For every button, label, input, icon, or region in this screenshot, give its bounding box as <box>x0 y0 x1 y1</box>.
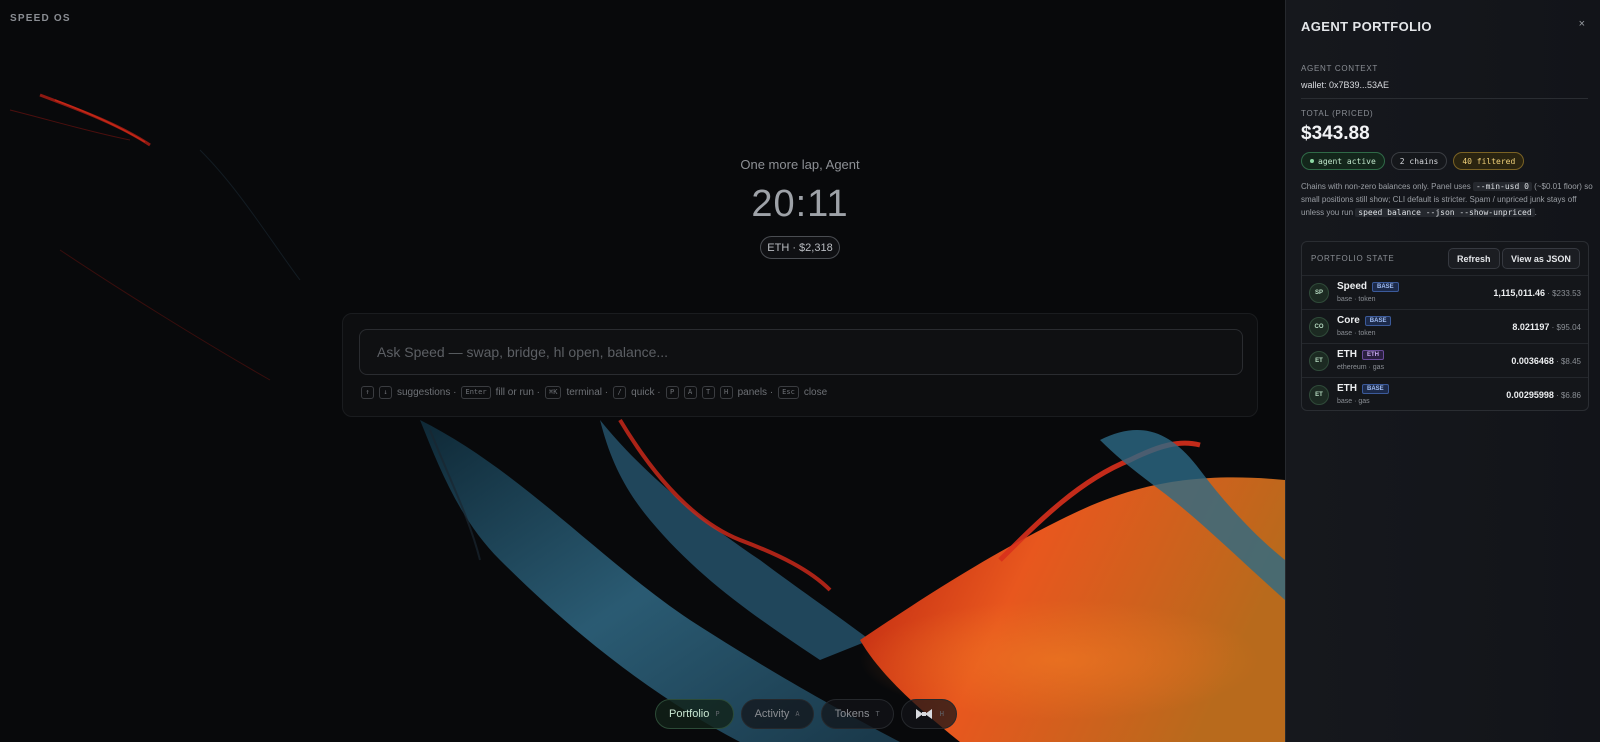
token-subtitle: base · token <box>1337 296 1376 303</box>
hint-text: fill or run · <box>495 387 541 398</box>
chain-tag: BASE <box>1364 315 1392 326</box>
token-subtitle: ethereum · gas <box>1337 364 1385 371</box>
shortcut-key: / <box>613 386 627 399</box>
infinity-logo-icon <box>915 709 932 719</box>
portfolio-state-label: PORTFOLIO STATE <box>1311 254 1395 263</box>
token-name: ETH <box>1337 349 1357 360</box>
token-name-wrap: Core BASE <box>1337 315 1392 326</box>
token-name: Speed <box>1337 281 1368 292</box>
hint-text: suggestions · <box>397 387 457 398</box>
close-icon[interactable]: × <box>1579 18 1585 30</box>
agent-context-label: AGENT CONTEXT <box>1301 64 1378 73</box>
dock-activity-shortcut: A <box>795 710 800 718</box>
holding-row[interactable]: ET ETH BASE base · gas 0.00295998 · $6.86 <box>1302 377 1588 411</box>
filter-note: Chains with non-zero balances only. Pane… <box>1301 180 1593 219</box>
token-usd: · $95.04 <box>1549 323 1581 332</box>
hint-text: quick · <box>631 387 661 398</box>
token-amount-wrap: 0.00295998 · $6.86 <box>1506 390 1581 400</box>
shortcut-key: ↑ <box>361 386 374 399</box>
holding-row[interactable]: CO Core BASE base · token 8.021197 · $95.04 <box>1302 309 1588 343</box>
dock-activity-label: Activity <box>754 708 790 720</box>
token-amount-wrap: 0.0036468 · $8.45 <box>1511 356 1581 366</box>
brand-logo: SPEED OS <box>10 13 71 24</box>
token-usd: · $233.53 <box>1544 289 1581 298</box>
status-dot-icon <box>1310 159 1314 163</box>
bottom-dock: Portfolio P Activity A Tokens T H <box>655 699 957 729</box>
shortcut-key: Esc <box>778 386 799 399</box>
chain-tag: BASE <box>1362 383 1389 394</box>
note-code-show-unpriced: speed balance --json --show-unpriced <box>1355 208 1535 217</box>
filtered-badge[interactable]: 40 filtered <box>1453 152 1525 170</box>
dock-hub-button[interactable]: H <box>900 699 957 729</box>
token-amount: 0.00295998 <box>1506 390 1554 400</box>
hint-text: close <box>803 387 828 398</box>
dock-tokens-button[interactable]: Tokens T <box>820 699 894 729</box>
token-avatar: ET <box>1309 351 1329 371</box>
shortcut-key: Enter <box>461 386 491 399</box>
shortcut-key: ⌘K <box>545 386 562 399</box>
token-amount: 1,115,011.46 <box>1493 288 1545 298</box>
shortcut-key: ↓ <box>379 386 392 399</box>
holdings-list: SP Speed BASE base · token 1,115,011.46 · $2… <box>1302 275 1588 411</box>
total-label: TOTAL (PRICED) <box>1301 109 1374 118</box>
token-amount-wrap: 1,115,011.46 · $233.53 <box>1493 288 1581 298</box>
chain-tag: BASE <box>1372 281 1399 292</box>
token-name-wrap: Speed BASE <box>1337 281 1399 292</box>
dock-portfolio-button[interactable]: Portfolio P <box>655 699 734 729</box>
portfolio-state-card: PORTFOLIO STATE Refresh View as JSON SP S… <box>1301 241 1589 411</box>
shortcut-key: A <box>683 386 697 399</box>
view-json-button[interactable]: View as JSON <box>1502 248 1580 269</box>
token-subtitle: base · token <box>1337 330 1376 337</box>
dock-activity-button[interactable]: Activity A <box>740 699 814 729</box>
token-avatar: ET <box>1309 385 1329 405</box>
token-subtitle: base · gas <box>1337 398 1370 405</box>
note-text-3: . <box>1534 208 1537 217</box>
token-name-wrap: ETH BASE <box>1337 383 1389 394</box>
token-amount-wrap: 8.021197 · $95.04 <box>1512 322 1581 332</box>
chain-tag: ETH <box>1362 349 1384 360</box>
hint-text: terminal · <box>566 387 609 398</box>
command-input[interactable] <box>359 329 1243 375</box>
agent-active-text: agent active <box>1318 156 1376 166</box>
dock-portfolio-label: Portfolio <box>669 708 710 720</box>
token-name: Core <box>1337 315 1360 326</box>
dock-portfolio-shortcut: P <box>715 710 720 718</box>
note-code-min-usd: --min-usd 0 <box>1472 182 1532 191</box>
token-usd: · $6.86 <box>1553 391 1581 400</box>
hint-text: panels · <box>737 387 774 398</box>
note-text-1: Chains with non-zero balances only. Pane… <box>1301 182 1473 191</box>
chains-badge: 2 chains <box>1390 152 1448 170</box>
divider <box>1301 98 1588 99</box>
shortcut-key: T <box>701 386 715 399</box>
command-card: ↑ ↓ suggestions · Enter fill or run · ⌘K termi… <box>342 313 1258 417</box>
token-avatar: CO <box>1309 317 1329 337</box>
keyboard-hints: ↑ ↓ suggestions · Enter fill or run · ⌘K termi… <box>361 386 827 399</box>
shortcut-key: H <box>719 386 733 399</box>
dock-tokens-shortcut: T <box>875 710 880 718</box>
token-avatar: SP <box>1309 283 1329 303</box>
token-name: ETH <box>1337 383 1357 394</box>
dock-tokens-label: Tokens <box>834 708 870 720</box>
agent-active-badge: agent active <box>1301 152 1385 170</box>
agent-portfolio-panel: AGENT PORTFOLIO × AGENT CONTEXT wallet: … <box>1285 0 1600 742</box>
total-value: $343.88 <box>1301 123 1370 144</box>
token-usd: · $8.45 <box>1553 357 1581 366</box>
token-amount: 0.0036468 <box>1511 356 1554 366</box>
refresh-button[interactable]: Refresh <box>1448 248 1500 269</box>
panel-title: AGENT PORTFOLIO <box>1301 19 1432 34</box>
dock-hub-shortcut: H <box>939 710 944 718</box>
shortcut-key: P <box>665 386 679 399</box>
wallet-address: wallet: 0x7B39...53AE <box>1301 80 1390 90</box>
holding-row[interactable]: ET ETH ETH ethereum · gas 0.0036468 · $8.45 <box>1302 343 1588 377</box>
status-badges: agent active 2 chains 40 filtered <box>1301 152 1525 170</box>
eth-price-pill[interactable]: ETH · $2,318 <box>760 236 840 259</box>
token-name-wrap: ETH ETH <box>1337 349 1384 360</box>
token-amount: 8.021197 <box>1512 322 1550 332</box>
holding-row[interactable]: SP Speed BASE base · token 1,115,011.46 · $2… <box>1302 275 1588 309</box>
